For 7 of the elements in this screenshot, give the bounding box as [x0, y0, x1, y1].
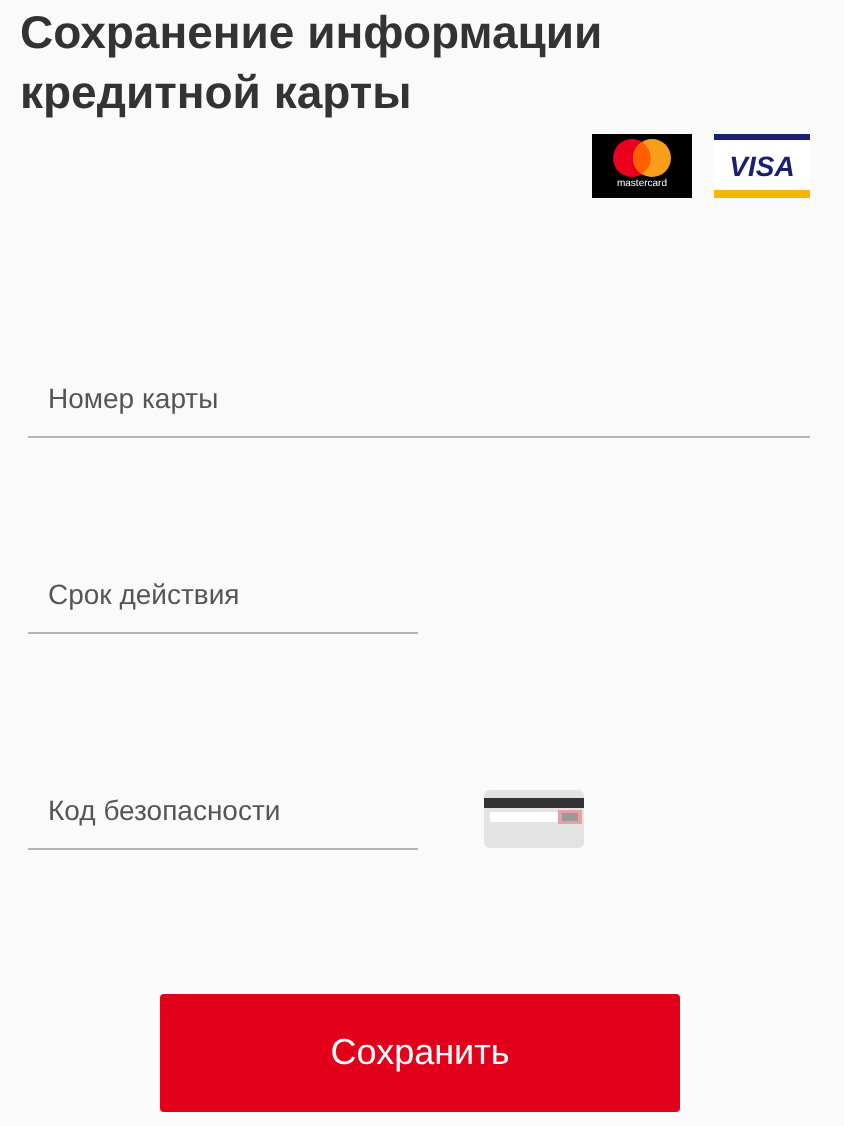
card-back-icon: [484, 790, 584, 848]
security-code-field[interactable]: Код безопасности: [28, 770, 418, 850]
visa-logo: VISA: [714, 134, 810, 198]
expiry-field[interactable]: Срок действия: [28, 554, 418, 634]
page-title: Сохранение информации кредитной карты: [18, 4, 605, 122]
card-number-field[interactable]: Номер карты: [28, 358, 810, 438]
save-button[interactable]: Сохранить: [160, 994, 680, 1112]
